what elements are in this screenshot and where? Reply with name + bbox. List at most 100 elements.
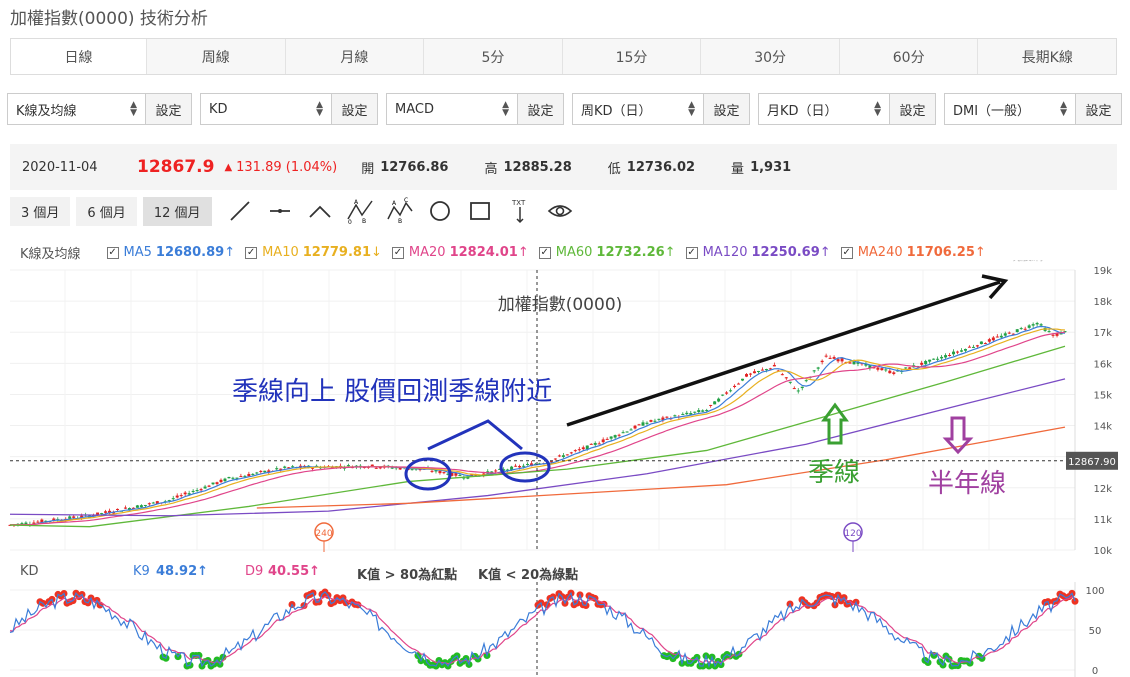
range-button-0[interactable]: 3 個月 — [10, 197, 71, 226]
candle-body — [263, 470, 267, 473]
tab-2[interactable]: 月線 — [285, 39, 425, 74]
y-tick-label: 11k — [1093, 515, 1112, 526]
ma-legend-item: ✓ MA240 11706.25 ↑ — [840, 245, 986, 260]
kd-legend: KD K9 48.92↑ D9 40.55↑ K值 > 80為紅點 K值 < 2… — [20, 564, 620, 583]
indicator-dropdown[interactable]: DMI（一般） ▲ ▼ — [945, 94, 1075, 124]
indicator-dropdown[interactable]: K線及均線 ▲ ▼ — [8, 94, 145, 124]
horizontal-line-icon[interactable] — [266, 197, 294, 225]
ma-checkbox[interactable]: ✓ — [106, 246, 119, 259]
indicator-dropdown[interactable]: 周KD（日） ▲ ▼ — [573, 94, 703, 124]
settings-button[interactable]: 設定 — [517, 94, 563, 124]
candle-body — [494, 470, 498, 472]
settings-button[interactable]: 設定 — [703, 94, 749, 124]
range-button-2[interactable]: 12 個月 — [142, 197, 212, 226]
eye-icon[interactable] — [546, 197, 574, 225]
candle-body — [629, 429, 633, 431]
candle-body — [840, 358, 844, 362]
candle-body — [705, 410, 709, 412]
trend-arrow-icon: ↓ — [371, 245, 382, 260]
candle-body — [756, 370, 760, 372]
up-triangle-icon: ▲ — [224, 161, 233, 173]
kd-chart[interactable]: 100 50 0 — [0, 582, 1130, 677]
tab-6[interactable]: 60分 — [839, 39, 979, 74]
candle-body — [940, 356, 944, 359]
tab-3[interactable]: 5分 — [424, 39, 563, 74]
tab-1[interactable]: 周線 — [147, 39, 286, 74]
indicator-dropdown[interactable]: MACD ▲ ▼ — [387, 94, 517, 124]
candle-body — [589, 443, 593, 445]
candlestick-chart[interactable]: 19k18k17k16k15k14k13k12k11k10k12867.90加權… — [0, 260, 1130, 560]
candle-body — [569, 452, 573, 454]
annotation-ma120: 半年線 — [928, 469, 1006, 499]
marker-label: 240 — [315, 529, 332, 539]
candle-body — [557, 455, 561, 457]
candle-body — [442, 472, 446, 474]
candle-body — [151, 502, 155, 504]
ma-name: MA20 — [408, 245, 446, 260]
candle-body — [211, 482, 215, 485]
candle-body — [956, 351, 960, 353]
candle-body — [820, 360, 824, 363]
angle-tool-icon[interactable] — [306, 197, 334, 225]
y-tick-label: 18k — [1093, 297, 1112, 308]
candle-body — [800, 386, 804, 389]
svg-text:A: A — [392, 200, 397, 207]
ma-name: MA10 — [262, 245, 299, 260]
ma-legend-item: ✓ MA20 12824.01 ↑ — [391, 245, 529, 260]
ma-checkbox[interactable]: ✓ — [685, 246, 698, 259]
candle-body — [625, 431, 629, 433]
candle-body — [816, 367, 820, 369]
y-tick-label: 16k — [1093, 359, 1112, 370]
settings-button[interactable]: 設定 — [145, 94, 191, 124]
candle-body — [721, 394, 725, 396]
indicator-select-1: KD ▲ ▼ 設定 — [200, 93, 378, 125]
candle-body — [880, 368, 884, 371]
candle-body — [904, 367, 908, 369]
candle-body — [573, 450, 577, 452]
watermark: 玩股網 — [1010, 260, 1043, 263]
dropdown-value: MACD — [395, 101, 434, 117]
sort-arrows-icon: ▲ ▼ — [130, 100, 137, 118]
indicator-selectors: K線及均線 ▲ ▼ 設定 KD ▲ ▼ 設定 MACD ▲ ▼ 設定 周KD（日） ▲ ▼ 設定 月KD（日） ▲… — [7, 93, 1122, 127]
text-tool-icon[interactable]: TXT — [506, 197, 534, 225]
y-tick-label: 17k — [1093, 328, 1112, 339]
tab-4[interactable]: 15分 — [562, 39, 702, 74]
candle-body — [741, 378, 745, 381]
circle-tool-icon[interactable] — [426, 197, 454, 225]
candle-body — [617, 434, 621, 436]
ma-checkbox[interactable]: ✓ — [391, 246, 404, 259]
candle-body — [518, 466, 522, 468]
kd-note-red: K值 > 80為紅點 — [357, 568, 458, 583]
indicator-dropdown[interactable]: 月KD（日） ▲ ▼ — [759, 94, 889, 124]
candle-body — [832, 357, 836, 359]
rectangle-tool-icon[interactable] — [466, 197, 494, 225]
indicator-dropdown[interactable]: KD ▲ ▼ — [201, 94, 331, 124]
trend-arrow-icon: ↑ — [224, 245, 236, 260]
candle-body — [259, 470, 263, 472]
candle-body — [1027, 325, 1031, 328]
ma-checkbox[interactable]: ✓ — [245, 246, 258, 259]
settings-button[interactable]: 設定 — [889, 94, 935, 124]
tab-5[interactable]: 30分 — [701, 39, 840, 74]
high-value: 12885.28 — [503, 159, 572, 175]
tab-7[interactable]: 長期K線 — [978, 39, 1117, 74]
trend-arrow-icon: ↑ — [819, 245, 831, 260]
settings-button[interactable]: 設定 — [331, 94, 377, 124]
abc-pattern-icon[interactable]: A 0 B — [346, 197, 374, 225]
candle-body — [247, 473, 251, 477]
tab-0[interactable]: 日線 — [11, 39, 147, 74]
candle-body — [597, 443, 601, 445]
svg-text:0: 0 — [348, 219, 352, 225]
abcd-pattern-icon[interactable]: AC B — [386, 197, 414, 225]
svg-text:B: B — [362, 218, 366, 225]
ma-legend-item: ✓ MA10 12779.81 ↓ — [245, 245, 382, 260]
line-tool-icon[interactable] — [226, 197, 254, 225]
ma-checkbox[interactable]: ✓ — [538, 246, 551, 259]
settings-button[interactable]: 設定 — [1075, 94, 1121, 124]
ma-checkbox[interactable]: ✓ — [840, 246, 853, 259]
ma-value: 12250.69 — [751, 245, 820, 260]
range-button-1[interactable]: 6 個月 — [76, 197, 137, 226]
candle-body — [641, 422, 645, 426]
ma-name: MA120 — [702, 245, 748, 260]
candle-body — [971, 346, 975, 348]
